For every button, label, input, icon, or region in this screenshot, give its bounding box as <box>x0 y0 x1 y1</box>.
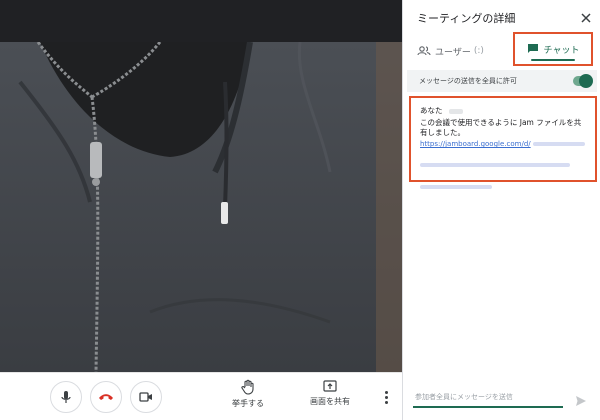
chat-input-row <box>413 388 591 410</box>
message-time-redacted <box>448 108 463 114</box>
link-redacted-row-2 <box>420 152 586 171</box>
present-icon <box>323 380 337 392</box>
allow-messages-row: メッセージの送信を全員に許可 <box>407 70 597 92</box>
raise-hand-label: 挙手する <box>232 399 264 408</box>
message-link[interactable]: https://jamboard.google.com/d/ <box>420 140 586 148</box>
allow-messages-label: メッセージの送信を全員に許可 <box>419 77 517 85</box>
tab-chat[interactable]: チャット <box>513 32 593 66</box>
link-redacted <box>532 142 585 146</box>
hand-icon <box>241 379 254 395</box>
more-options-button[interactable] <box>378 385 394 409</box>
close-panel-button[interactable] <box>579 10 593 24</box>
video-tile <box>0 0 402 372</box>
call-controls-bar: 挙手する 画面を共有 <box>0 372 402 420</box>
tab-users-label: ユーザー <box>435 47 471 58</box>
people-icon <box>417 46 431 56</box>
send-icon <box>576 396 586 406</box>
message-sender-row: あなた <box>420 105 586 116</box>
close-icon <box>581 13 591 23</box>
tab-chat-indicator <box>531 59 575 61</box>
end-call-icon <box>99 394 113 400</box>
mic-button[interactable] <box>50 381 82 413</box>
tab-users[interactable]: ユーザー (:) <box>417 38 484 64</box>
message-link-text[interactable]: https://jamboard.google.com/d/ <box>420 140 531 148</box>
link-redacted-row-3 <box>420 174 586 193</box>
allow-messages-toggle[interactable] <box>573 74 593 88</box>
video-top-bar <box>0 0 402 42</box>
camera-button[interactable] <box>130 381 162 413</box>
meeting-details-panel: ミーティングの詳細 ユーザー (:) チャット メッセージの送信を全員に許可 あ… <box>402 0 600 420</box>
participant-video <box>0 42 402 372</box>
meet-window: 挙手する 画面を共有 ミーティングの詳細 ユーザー (:) チャット メッセージ… <box>0 0 600 420</box>
chat-message: あなた この会議で使用できるように Jam ファイルを共有しました。 https… <box>409 96 597 189</box>
send-button[interactable] <box>575 392 587 406</box>
message-body: この会議で使用できるように Jam ファイルを共有しました。 <box>420 118 582 137</box>
message-sender: あなた <box>420 106 443 115</box>
camera-icon <box>139 392 152 402</box>
end-call-button[interactable] <box>90 381 122 413</box>
chat-message-input[interactable] <box>413 388 563 408</box>
raise-hand-button[interactable]: 挙手する <box>232 379 264 409</box>
panel-title: ミーティングの詳細 <box>417 12 516 25</box>
more-vert-icon <box>384 390 388 404</box>
present-screen-button[interactable]: 画面を共有 <box>310 379 350 407</box>
chat-icon <box>527 44 538 53</box>
tab-chat-label: チャット <box>543 45 580 56</box>
present-screen-label: 画面を共有 <box>310 397 350 406</box>
tab-users-count: (:) <box>473 46 484 56</box>
mic-icon <box>61 391 71 403</box>
